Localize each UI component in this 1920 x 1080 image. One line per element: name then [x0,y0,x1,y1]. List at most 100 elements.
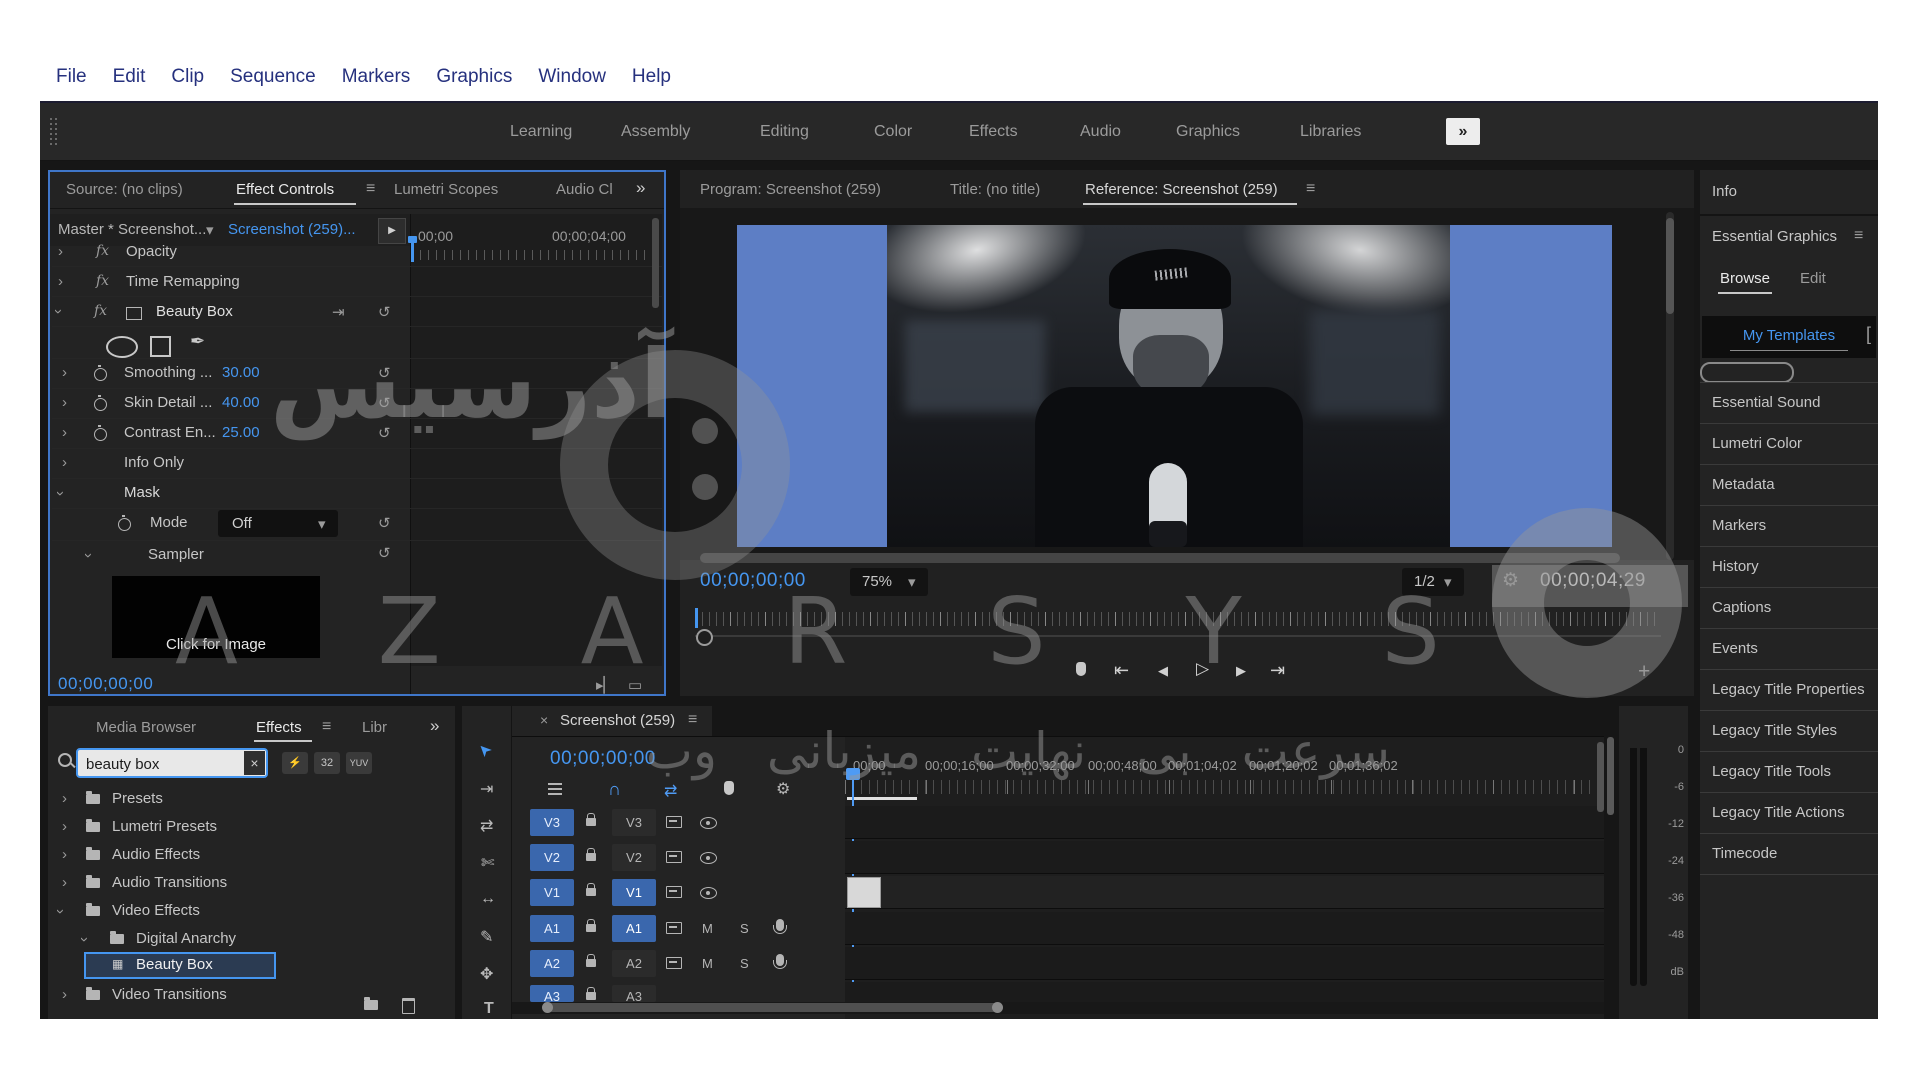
track-style-icon[interactable] [666,886,682,898]
tree-item-audio-effects[interactable]: Audio Effects [112,846,200,863]
tab-source[interactable]: Source: (no clips) [66,181,183,198]
ec-row-opacity[interactable]: Opacity [126,243,177,260]
workspace-tab-learning[interactable]: Learning [510,123,572,141]
source-patch-a3[interactable]: A3 [530,985,574,1002]
track-content-row[interactable] [845,841,1604,874]
sidebar-item-events[interactable]: Events [1712,640,1758,657]
voiceover-mic-icon[interactable] [773,954,787,969]
mute-button[interactable]: M [702,956,713,971]
tab-media-browser[interactable]: Media Browser [96,719,196,736]
panel-menu-icon[interactable]: ≡ [322,718,331,736]
tab-browse[interactable]: Browse [1720,270,1770,287]
track-target-v3[interactable]: V3 [612,809,656,836]
workspace-tab-graphics[interactable]: Graphics [1176,123,1240,141]
solo-button[interactable]: S [740,956,749,971]
workspace-tab-audio[interactable]: Audio [1080,123,1121,141]
goto-out-icon[interactable]: ⇥ [1270,660,1285,681]
linked-selection-icon[interactable]: ⇄ [664,781,677,801]
voiceover-mic-icon[interactable] [773,919,787,934]
tab-audio-clip-mixer[interactable]: Audio Cl [556,181,613,198]
tree-expander[interactable]: › [62,790,67,807]
work-area-bar[interactable] [847,797,917,800]
row-expander[interactable]: › [62,454,67,471]
search-input[interactable] [84,751,238,777]
reset-icon[interactable]: ↺ [378,514,391,532]
delete-icon[interactable] [402,998,415,1014]
track-target-a3[interactable]: A3 [612,985,656,1002]
type-tool-icon[interactable]: T [484,1000,494,1018]
lock-icon[interactable] [586,954,596,967]
monitor-scrub-track[interactable] [695,635,1661,637]
row-collapse[interactable]: › [50,309,67,314]
close-icon[interactable]: × [540,712,548,728]
panel-menu-icon[interactable]: ≡ [688,711,697,729]
my-templates-label[interactable]: My Templates [1702,327,1876,344]
track-content-row[interactable] [845,912,1604,945]
row-expander[interactable]: › [58,243,63,260]
menu-markers[interactable]: Markers [342,66,411,88]
reset-icon[interactable]: ↺ [378,364,391,382]
timeline-tab-label[interactable]: Screenshot (259) [560,712,675,729]
monitor-zoom-scrollbar[interactable] [700,553,1620,563]
tab-lumetri-scopes[interactable]: Lumetri Scopes [394,181,498,198]
stopwatch-icon[interactable] [94,395,107,411]
search-clear-button[interactable]: × [244,751,265,775]
ripple-edit-tool-icon[interactable]: ⇄ [480,816,493,836]
tree-collapse[interactable]: › [52,909,69,914]
source-patch-a1[interactable]: A1 [530,915,574,942]
mute-button[interactable]: M [702,921,713,936]
scrollbar-handle-dot[interactable] [542,1002,553,1013]
menu-edit[interactable]: Edit [113,66,146,88]
tab-libraries[interactable]: Libr [362,719,387,736]
export-frame-icon[interactable]: ▭ [628,676,642,694]
lock-icon[interactable] [586,848,596,861]
tab-effect-controls[interactable]: Effect Controls [236,181,334,198]
ec-clip-tab[interactable]: Screenshot (259)... [228,221,356,238]
tree-expander[interactable]: › [62,818,67,835]
track-target-a1[interactable]: A1 [612,915,656,942]
ec-ruler-ticks[interactable] [412,250,656,260]
filter-yuv-badge[interactable]: YUV [346,752,372,774]
timeline-clip[interactable] [847,877,881,908]
track-content-row[interactable] [845,982,1604,1002]
mask-rectangle-icon[interactable] [150,336,171,357]
menu-graphics[interactable]: Graphics [436,66,512,88]
track-target-v1[interactable]: V1 [612,879,656,906]
monitor-scrub-handle[interactable] [696,629,713,646]
lock-icon[interactable] [586,883,596,896]
workspace-overflow-button[interactable]: » [1446,118,1480,145]
ec-value-skin-detail[interactable]: 40.00 [222,394,260,411]
timeline-playhead-head[interactable] [846,768,860,780]
tab-reference-monitor[interactable]: Reference: Screenshot (259) [1085,181,1278,198]
step-forward-icon[interactable]: ▶ [1236,663,1246,679]
tree-item-presets[interactable]: Presets [112,790,163,807]
monitor-playhead[interactable] [695,608,698,628]
lock-icon[interactable] [586,987,596,1000]
mask-ellipse-icon[interactable] [106,336,138,358]
track-output-eye-icon[interactable] [700,887,717,899]
templates-search-pill[interactable] [1700,362,1794,383]
source-patch-v2[interactable]: V2 [530,844,574,871]
sidebar-item-legacy-title-actions[interactable]: Legacy Title Actions [1712,804,1845,821]
tree-item-video-transitions[interactable]: Video Transitions [112,986,227,1003]
tree-expander[interactable]: › [62,874,67,891]
ec-playhead[interactable] [411,240,414,262]
filter-accelerated-badge[interactable]: ⚡ [282,752,308,774]
row-expander[interactable]: › [62,424,67,441]
sidebar-item-legacy-title-properties[interactable]: Legacy Title Properties [1712,681,1865,698]
reset-icon[interactable]: ↺ [378,303,391,321]
ec-master-label[interactable]: Master * Screenshot... [58,221,206,238]
tree-item-lumetri-presets[interactable]: Lumetri Presets [112,818,217,835]
panel-menu-icon[interactable]: ≡ [1306,180,1315,198]
tree-item-video-effects[interactable]: Video Effects [112,902,200,919]
stopwatch-icon[interactable] [94,425,107,441]
pin-to-clip-icon[interactable]: ⇥ [332,303,345,321]
sidebar-item-markers[interactable]: Markers [1712,517,1766,534]
ec-playhead-head[interactable] [408,236,417,243]
timeline-settings-wrench-icon[interactable]: ⚙ [776,779,790,799]
tab-program-monitor[interactable]: Program: Screenshot (259) [700,181,881,198]
stopwatch-icon[interactable] [118,515,131,531]
hand-tool-icon[interactable]: ✥ [480,964,493,984]
tree-item-digital-anarchy[interactable]: Digital Anarchy [136,930,236,947]
workspace-grip[interactable] [55,118,57,146]
